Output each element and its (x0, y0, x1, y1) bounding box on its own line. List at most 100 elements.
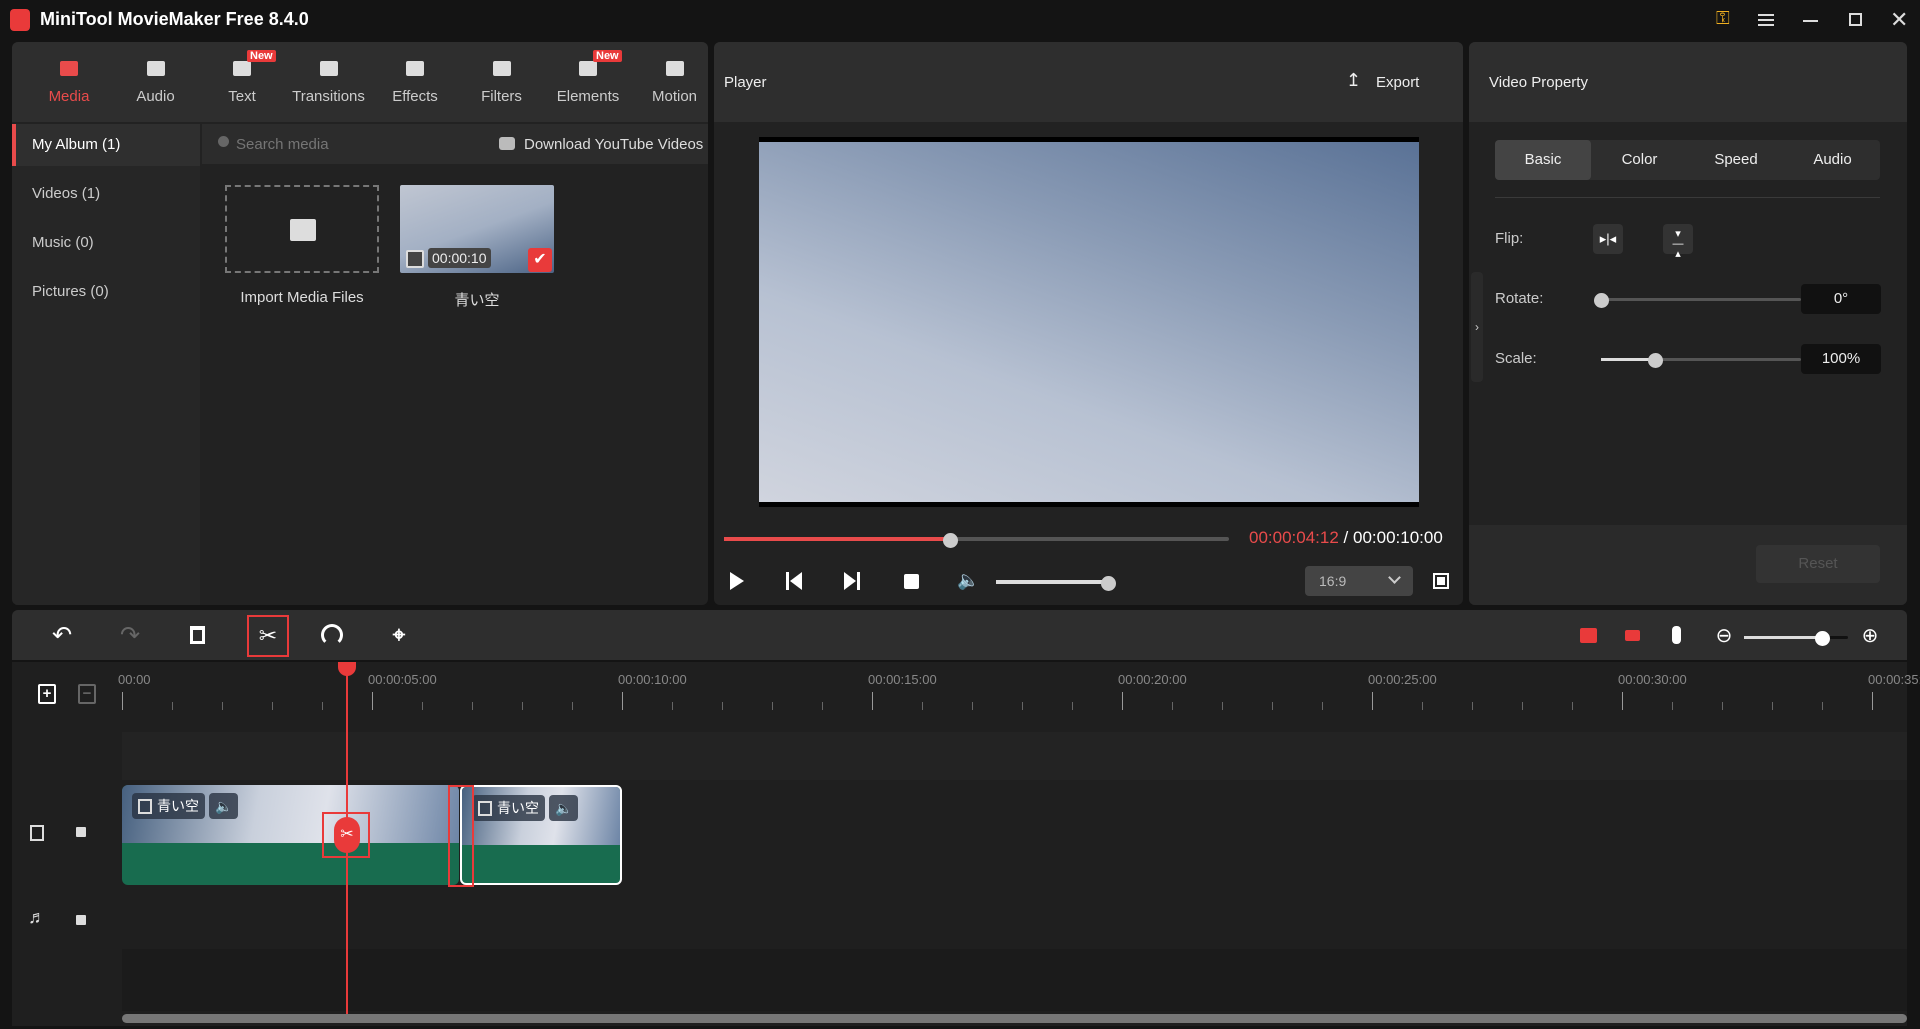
key-icon[interactable]: ⚿ (1716, 8, 1730, 29)
zoom-knob[interactable] (1815, 631, 1830, 646)
ruler-tick (1722, 702, 1723, 710)
clip-audio-icon[interactable]: 🔈 (209, 793, 239, 819)
remove-track-icon[interactable]: − (78, 684, 96, 704)
clip-name: 青い空 (157, 798, 199, 814)
music-track-icon: ♬ (28, 907, 46, 927)
video-preview (759, 137, 1419, 507)
ruler-tick (922, 702, 923, 710)
timeline-scrollbar[interactable] (122, 1014, 1907, 1023)
selected-check-icon[interactable]: ✔ (528, 248, 552, 272)
property-tab-speed[interactable]: Speed (1688, 140, 1784, 180)
reset-button[interactable]: Reset (1756, 545, 1880, 583)
tab-label: Effects (392, 88, 438, 105)
scale-knob[interactable] (1648, 353, 1663, 368)
tab-elements[interactable]: Elements New (545, 42, 631, 122)
ruler-tick (1622, 692, 1623, 710)
tab-filters[interactable]: Filters (459, 42, 545, 122)
rotate-label: Rotate: (1495, 290, 1544, 307)
ruler-label: 00:00:10:00 (618, 672, 687, 687)
import-media-tile[interactable] (225, 185, 379, 273)
export-icon[interactable]: ↥ (1346, 70, 1361, 91)
ruler-tick (1322, 702, 1323, 710)
lock-icon[interactable] (76, 827, 86, 837)
playback-progress-slider[interactable] (724, 533, 1229, 548)
close-icon[interactable]: ✕ (1890, 7, 1908, 33)
rotate-knob[interactable] (1594, 293, 1609, 308)
tab-effects[interactable]: Effects (372, 42, 458, 122)
download-youtube-button[interactable]: Download YouTube Videos (524, 136, 703, 153)
menu-icon[interactable] (1758, 14, 1774, 26)
undo-icon[interactable]: ↶ (46, 619, 78, 651)
search-icon (218, 136, 229, 147)
effects-icon (401, 54, 429, 82)
tab-text[interactable]: Text New (199, 42, 285, 122)
timeline-clip[interactable]: 青い空 🔈 (122, 785, 459, 885)
previous-frame-icon[interactable] (786, 572, 802, 590)
redo-icon[interactable]: ↷ (114, 619, 146, 651)
export-button[interactable]: Export (1376, 74, 1419, 91)
lock-icon[interactable] (76, 915, 86, 925)
tab-label: Audio (136, 88, 175, 105)
sidebar-item[interactable]: Pictures (0) (12, 271, 200, 313)
sidebar-item[interactable]: Videos (1) (12, 173, 200, 215)
add-track-icon[interactable]: + (38, 684, 56, 704)
minimize-icon[interactable] (1803, 20, 1818, 22)
zoom-out-icon[interactable]: ⊖ (1708, 619, 1740, 651)
ruler-tick (722, 702, 723, 710)
rotate-slider[interactable] (1594, 293, 1801, 308)
reset-footer: Reset (1469, 525, 1907, 605)
youtube-download-icon[interactable] (499, 137, 515, 150)
volume-icon[interactable]: 🔈 (957, 570, 979, 591)
time-display: 00:00:04:12 / 00:00:10:00 (1249, 528, 1443, 548)
crop-icon[interactable]: ⌖ (383, 619, 415, 651)
timeline: + − 00:00 00:00:05:00 00:00:10:00 00:00:15:… (12, 662, 1920, 1026)
rotate-value[interactable]: 0° (1801, 284, 1881, 314)
sidebar-item[interactable]: My Album (1) (12, 124, 200, 166)
snap-icon[interactable] (1660, 619, 1692, 651)
tab-label: Elements (556, 88, 620, 105)
search-input[interactable] (236, 132, 436, 156)
video-track: 青い空 🔈 青い空 🔈 (122, 781, 1907, 889)
maximize-icon[interactable] (1849, 13, 1862, 26)
timeline-clip[interactable]: 青い空 🔈 (460, 785, 622, 885)
ruler-tick (222, 702, 223, 710)
property-tab-audio[interactable]: Audio (1785, 140, 1881, 180)
ruler-tick (172, 702, 173, 710)
zoom-in-icon[interactable]: ⊕ (1854, 619, 1886, 651)
timeline-zoom-slider[interactable] (1744, 631, 1848, 646)
flip-vertical-button[interactable]: ▾ — ▴ (1663, 224, 1693, 260)
player-title: Player (724, 74, 767, 91)
search-bar: Download YouTube Videos (202, 124, 708, 164)
split-audio-icon[interactable] (1616, 619, 1648, 651)
play-icon[interactable] (730, 572, 744, 590)
property-tab-basic[interactable]: Basic (1495, 140, 1591, 180)
tab-transitions[interactable]: Transitions (286, 42, 372, 122)
player-panel: Player ↥ Export 00:00:04:12 / 00:00:10:0… (714, 42, 1463, 605)
split-scissors-icon[interactable]: ✂ (247, 615, 289, 657)
volume-knob[interactable] (1100, 576, 1116, 591)
flip-horizontal-button[interactable]: ▸|◂ (1593, 224, 1623, 254)
next-frame-icon[interactable] (844, 572, 860, 590)
ruler[interactable]: 00:00 00:00:05:00 00:00:10:00 00:00:15:00 00… (118, 662, 1920, 730)
fullscreen-icon[interactable] (1433, 573, 1449, 589)
scale-value[interactable]: 100% (1801, 344, 1881, 374)
tab-audio[interactable]: Audio (113, 42, 199, 122)
tab-motion[interactable]: Motion (632, 42, 709, 122)
ruler-tick (122, 692, 123, 710)
collapse-panel-handle[interactable]: › (1471, 272, 1483, 382)
speed-icon[interactable] (316, 619, 348, 651)
tab-media[interactable]: Media (26, 42, 112, 122)
delete-icon[interactable] (181, 619, 213, 651)
playhead-scissors-icon[interactable]: ✂ (334, 817, 360, 853)
sidebar-item[interactable]: Music (0) (12, 222, 200, 264)
progress-knob[interactable] (943, 533, 959, 548)
media-item[interactable]: 00:00:10 ✔ (400, 185, 554, 273)
playhead[interactable]: ✂ (322, 662, 370, 1014)
volume-slider[interactable] (996, 576, 1116, 591)
property-tab-color[interactable]: Color (1592, 140, 1688, 180)
clip-audio-icon[interactable]: 🔈 (549, 795, 579, 821)
scale-slider[interactable] (1601, 353, 1801, 368)
stop-icon[interactable] (904, 574, 919, 589)
aspect-ratio-dropdown[interactable]: 16:9 (1305, 566, 1413, 596)
fit-timeline-icon[interactable] (1572, 619, 1604, 651)
